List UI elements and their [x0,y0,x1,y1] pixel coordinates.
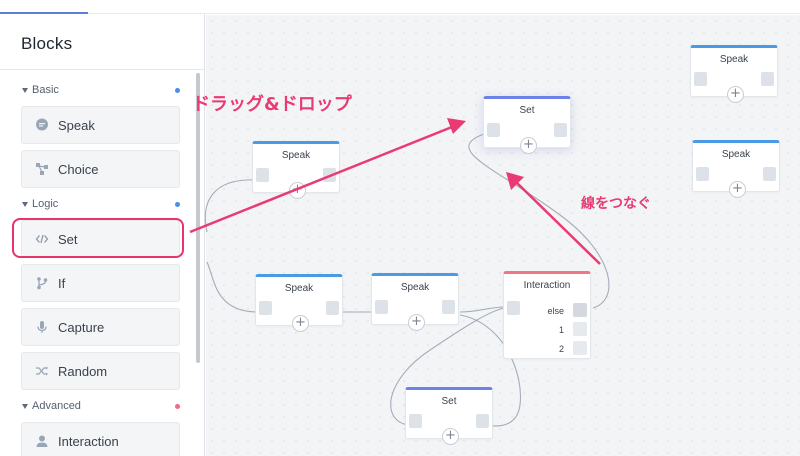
node-input-port[interactable] [694,72,707,86]
node-input-port[interactable] [256,168,269,182]
section-label: Logic [32,198,59,210]
section-indicator-dot [175,88,180,93]
block-label: Speak [58,118,95,133]
add-step-button[interactable]: + [289,182,306,199]
node-output-port[interactable] [761,72,774,86]
node-input-port[interactable] [259,301,272,315]
node-output-port[interactable] [476,414,489,428]
sidebar-header: Blocks [0,14,204,70]
node-title: Speak [719,54,749,65]
interaction-output-port[interactable] [573,341,587,355]
block-label: Interaction [58,434,119,449]
speak-node-mid-1[interactable]: Speak + [255,274,343,332]
microphone-icon [35,320,49,334]
sidebar-title: Blocks [21,34,73,53]
section-indicator-dot [175,404,180,409]
annotation-drag-drop: ドラッグ&ドロップ [192,94,352,115]
block-capture[interactable]: Capture [21,308,180,346]
node-title: Set [441,396,457,407]
node-input-port[interactable] [375,300,388,314]
interaction-row-label: 1 [558,325,564,335]
node-output-port[interactable] [326,301,339,315]
node-title: Speak [400,282,430,293]
shuffle-icon [35,364,49,378]
node-output-port[interactable] [323,168,336,182]
speak-node-right-1[interactable]: Speak + [690,45,778,103]
speak-node-top-left[interactable]: Speak + [252,141,340,199]
interaction-row-label: else [547,306,564,316]
block-random[interactable]: Random [21,352,180,390]
block-if[interactable]: If [21,264,180,302]
section-logic[interactable]: Logic [0,197,195,213]
node-output-port[interactable] [442,300,455,314]
node-input-port[interactable] [696,167,709,181]
interaction-output-port[interactable] [573,322,587,336]
add-step-button[interactable]: + [408,314,425,331]
add-step-button[interactable]: + [292,315,309,332]
add-step-button[interactable]: + [729,181,746,198]
node-input-port[interactable] [487,123,500,137]
add-step-button[interactable]: + [520,137,537,154]
interaction-output-port[interactable] [573,303,587,317]
block-label: Capture [58,320,105,335]
chevron-down-icon [22,202,28,207]
set-node-dropped[interactable]: Set + [483,96,571,154]
top-bar [0,0,800,14]
speak-node-right-2[interactable]: Speak + [692,140,780,198]
section-advanced[interactable]: Advanced [0,399,195,415]
interaction-row-label: 2 [558,344,564,354]
sidebar-scrollbar[interactable] [196,73,200,363]
block-label: If [58,276,66,291]
interaction-node[interactable]: Interaction else 1 2 [503,271,591,359]
section-label: Advanced [32,400,81,412]
speech-bubble-icon [35,118,49,132]
block-speak[interactable]: Speak [21,106,180,144]
node-output-port[interactable] [554,123,567,137]
node-title: Speak [721,149,751,160]
block-label: Choice [58,162,99,177]
block-choice[interactable]: Choice [21,150,180,188]
node-input-port[interactable] [409,414,422,428]
section-label: Basic [32,84,59,96]
node-title: Speak [281,150,311,161]
set-block-highlight [12,218,184,258]
speak-node-mid-2[interactable]: Speak + [371,273,459,331]
node-title: Set [519,105,535,116]
node-title: Speak [284,283,314,294]
node-input-port[interactable] [507,301,520,315]
add-step-button[interactable]: + [727,86,744,103]
fork-icon [35,276,49,290]
block-interaction[interactable]: Interaction [21,422,180,456]
branch-icon [35,162,49,176]
chevron-down-icon [22,404,28,409]
user-icon [35,434,49,448]
section-basic[interactable]: Basic [0,83,195,99]
annotation-connect-lines: 線をつなぐ [581,196,651,212]
node-title: Interaction [523,280,571,291]
block-label: Random [58,364,108,379]
section-indicator-dot [175,202,180,207]
node-output-port[interactable] [763,167,776,181]
add-step-button[interactable]: + [442,428,459,445]
set-node-bottom[interactable]: Set + [405,387,493,445]
chevron-down-icon [22,88,28,93]
